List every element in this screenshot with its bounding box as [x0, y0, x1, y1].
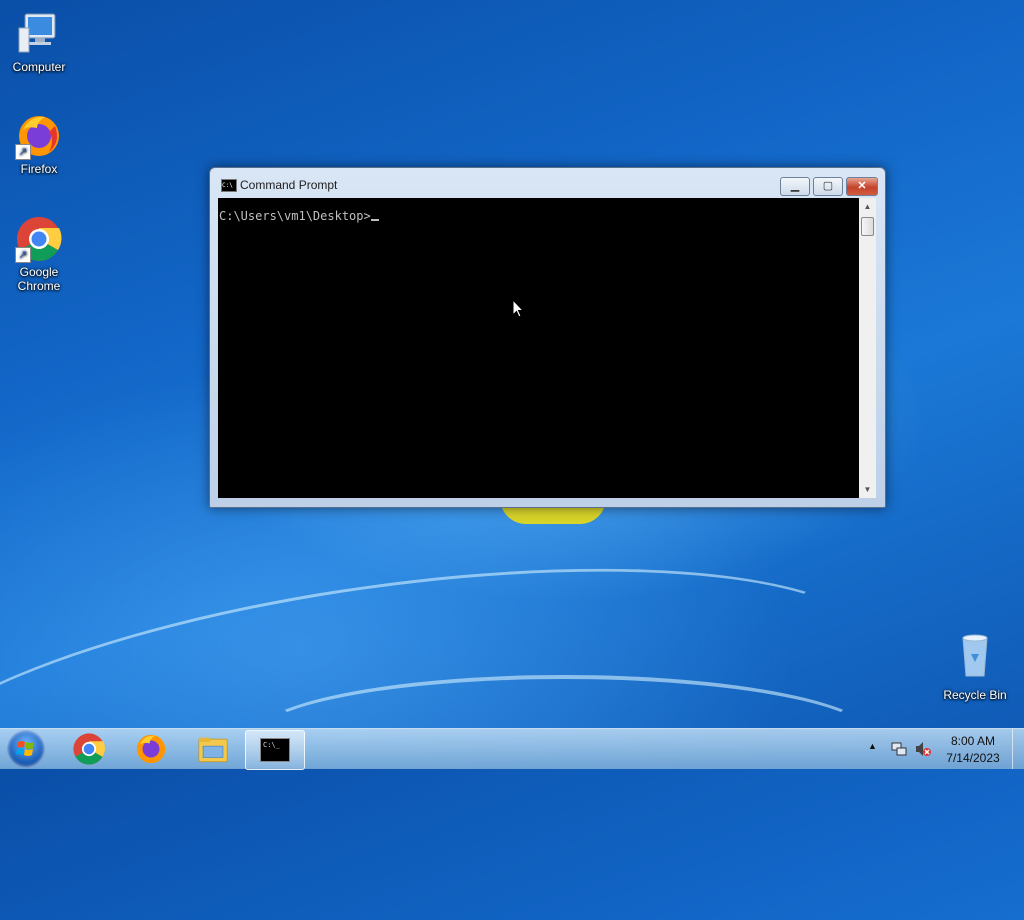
- close-icon: ✕: [857, 180, 867, 192]
- volume-muted-icon[interactable]: [914, 741, 932, 757]
- desktop-icon-computer[interactable]: Computer: [1, 10, 77, 74]
- taskbar-cmd-button[interactable]: C:\_: [245, 730, 305, 770]
- chrome-icon: ↗: [15, 215, 63, 263]
- close-button[interactable]: ✕: [846, 177, 878, 196]
- firefox-icon: ↗: [15, 112, 63, 160]
- scroll-up-icon[interactable]: ▲: [859, 198, 876, 215]
- console-area[interactable]: C:\Users\vm1\Desktop>: [218, 198, 859, 498]
- start-button[interactable]: [7, 730, 45, 768]
- computer-icon: [15, 10, 63, 58]
- windows-logo-icon: [16, 741, 34, 756]
- desktop-icon-label: Computer: [12, 60, 66, 74]
- shortcut-arrow-icon: ↗: [15, 247, 31, 263]
- network-icon[interactable]: [891, 741, 907, 757]
- chrome-icon: [73, 733, 105, 765]
- scrollbar-thumb[interactable]: [861, 217, 874, 236]
- console-line: C:\Users\vm1\Desktop>: [219, 209, 379, 223]
- command-prompt-window[interactable]: C:\ Command Prompt ▁ ▢ ✕ C:\Users\vm1\De…: [209, 167, 886, 508]
- maximize-icon: ▢: [822, 180, 834, 192]
- cmd-icon: C:\_: [260, 738, 290, 762]
- taskbar-firefox-button[interactable]: [122, 730, 180, 768]
- recycle-bin-icon: [951, 630, 999, 678]
- desktop-icon-firefox[interactable]: ↗ Firefox: [1, 112, 77, 176]
- text-cursor: [370, 219, 379, 221]
- desktop-icon-label: Firefox: [20, 162, 58, 176]
- shortcut-arrow-icon: ↗: [15, 144, 31, 160]
- maximize-button[interactable]: ▢: [813, 177, 843, 196]
- cmd-icon: C:\: [221, 179, 237, 192]
- taskbar-chrome-button[interactable]: [60, 730, 118, 768]
- show-hidden-icons-icon[interactable]: ▲: [868, 741, 877, 751]
- minimize-button[interactable]: ▁: [780, 177, 810, 196]
- mouse-pointer-icon: [512, 299, 524, 318]
- console-prompt: C:\Users\vm1\Desktop>: [219, 209, 371, 223]
- vertical-scrollbar[interactable]: ▲ ▼: [859, 198, 876, 498]
- clock-date[interactable]: 7/14/2023: [938, 751, 1008, 765]
- show-desktop-button[interactable]: [1012, 729, 1024, 769]
- file-explorer-icon: [198, 737, 228, 763]
- firefox-icon: [136, 734, 166, 764]
- desktop-icon-chrome[interactable]: ↗ Google Chrome: [1, 215, 77, 293]
- taskbar-file-explorer-button[interactable]: [184, 730, 242, 768]
- taskbar: C:\_ ▲ 8:00 AM 7/14/2023: [0, 728, 1024, 770]
- scroll-down-icon[interactable]: ▼: [859, 481, 876, 498]
- minimize-icon: ▁: [790, 180, 800, 192]
- desktop-icon-label: Google Chrome: [17, 265, 61, 293]
- clock-time[interactable]: 8:00 AM: [938, 734, 1008, 748]
- window-title: Command Prompt: [240, 178, 338, 192]
- desktop-icon-label: Recycle Bin: [943, 688, 1007, 702]
- desktop-icon-recycle-bin[interactable]: Recycle Bin: [937, 630, 1013, 702]
